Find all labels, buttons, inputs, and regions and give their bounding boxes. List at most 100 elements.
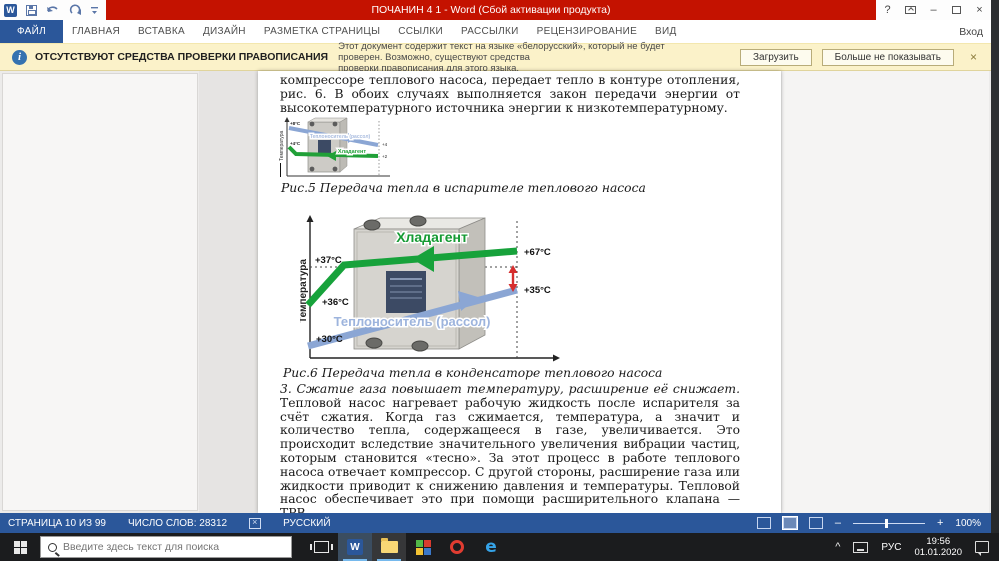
fig6-y-axis-label: Температура <box>300 259 309 323</box>
page-indicator[interactable]: СТРАНИЦА 10 ИЗ 99 <box>8 518 106 529</box>
word-window: W ПОЧАНИН 4 1 - Word (Сбой активации про… <box>0 0 991 533</box>
warning-actions: Загрузить Больше не показывать × <box>740 49 991 66</box>
search-input[interactable] <box>63 541 263 553</box>
fig6-temp-37: +37°C <box>315 255 342 266</box>
word-count[interactable]: ЧИСЛО СЛОВ: 28312 <box>128 518 227 529</box>
tray-date: 01.01.2020 <box>914 547 962 558</box>
desktop-background: W ПОЧАНИН 4 1 - Word (Сбой активации про… <box>0 0 999 561</box>
word-app-icon[interactable]: W <box>4 4 17 17</box>
word-taskbar-icon: W <box>347 539 363 555</box>
zoom-out-button[interactable]: – <box>835 517 841 529</box>
taskbar-explorer-button[interactable] <box>372 533 406 561</box>
sign-in-link[interactable]: Вход <box>959 20 983 43</box>
help-button[interactable]: ? <box>876 0 899 20</box>
language-indicator[interactable]: РУССКИЙ <box>283 518 330 529</box>
read-mode-icon[interactable] <box>757 517 771 529</box>
tab-insert[interactable]: ВСТАВКА <box>129 20 194 43</box>
close-button[interactable]: × <box>968 0 991 20</box>
title-bar: W ПОЧАНИН 4 1 - Word (Сбой активации про… <box>0 0 991 20</box>
navigation-pane[interactable] <box>2 73 198 511</box>
quick-access-toolbar: W <box>4 0 99 20</box>
paragraph-3: 3. Сжатие газа повышает температуру, рас… <box>280 383 740 513</box>
figure-6-condenser-diagram: Температура <box>300 213 563 363</box>
tab-design[interactable]: ДИЗАЙН <box>194 20 255 43</box>
paragraph-top: компрессоре теплового насоса, передает т… <box>280 74 740 115</box>
task-view-button[interactable] <box>304 533 338 561</box>
fig6-green-line-label: Хладагент <box>396 229 468 245</box>
tray-time: 19:56 <box>914 536 962 547</box>
status-left: СТРАНИЦА 10 ИЗ 99 ЧИСЛО СЛОВ: 28312 РУСС… <box>0 518 331 529</box>
file-explorer-icon <box>381 541 398 553</box>
zoom-slider-thumb[interactable] <box>885 519 888 528</box>
fig5-temp-left-top: +8°C <box>290 121 301 126</box>
taskbar-word-button[interactable]: W <box>338 533 372 561</box>
start-button[interactable] <box>0 533 40 561</box>
figure-5-caption: Рис.5 Передача тепла в испарителе теплов… <box>281 181 646 195</box>
taskbar: W e ^ РУС 19:56 01.01.2020 <box>0 533 999 561</box>
proofing-warning-bar: i ОТСУТСТВУЮТ СРЕДСТВА ПРОВЕРКИ ПРАВОПИС… <box>0 43 991 71</box>
taskbar-search[interactable] <box>40 536 292 558</box>
undo-icon[interactable] <box>46 4 60 16</box>
clock[interactable]: 19:56 01.01.2020 <box>914 536 962 558</box>
page-margin-right <box>782 71 989 513</box>
figure-6-caption: Рис.6 Передача тепла в конденсаторе тепл… <box>283 366 662 380</box>
task-view-icon <box>314 541 329 553</box>
fig6-temp-67: +67°C <box>524 247 551 258</box>
fig6-temp-30: +30°C <box>316 334 343 345</box>
fig6-temp-36: +36°C <box>322 297 349 308</box>
paragraph-3-body: Тепловой насос нагревает рабочую жидкост… <box>280 396 740 513</box>
search-icon <box>48 543 57 552</box>
fig6-blue-line-label: Теплоноситель (рассол) <box>334 314 491 329</box>
taskbar-edge-button[interactable]: e <box>474 533 508 561</box>
fig5-temp-right-top: +4 <box>382 142 388 147</box>
action-center-icon[interactable] <box>975 541 989 553</box>
zoom-slider[interactable] <box>853 523 925 524</box>
tab-file[interactable]: ФАЙЛ <box>0 20 63 43</box>
maximize-icon <box>952 6 961 14</box>
web-layout-icon[interactable] <box>809 517 823 529</box>
taskbar-opera-button[interactable] <box>440 533 474 561</box>
window-title: ПОЧАНИН 4 1 - Word (Сбой активации проду… <box>106 0 876 20</box>
save-icon[interactable] <box>26 5 37 16</box>
fig5-y-axis-label: Температура <box>279 130 285 161</box>
fig5-temp-left-low: +4°C <box>290 141 301 146</box>
redo-icon[interactable] <box>69 4 82 16</box>
minimize-button[interactable]: – <box>922 0 945 20</box>
info-icon: i <box>12 50 27 65</box>
warning-close-icon[interactable]: × <box>964 50 983 64</box>
edge-icon: e <box>485 539 497 556</box>
tray-chevron-icon[interactable]: ^ <box>835 541 840 553</box>
opera-icon <box>450 540 464 554</box>
warning-title: ОТСУТСТВУЮТ СРЕДСТВА ПРОВЕРКИ ПРАВОПИСАН… <box>35 51 328 63</box>
tray-language[interactable]: РУС <box>881 542 901 553</box>
zoom-level[interactable]: 100% <box>955 518 981 529</box>
warning-message: Этот документ содержит текст на языке «б… <box>338 41 668 74</box>
customize-qat-icon[interactable] <box>91 5 99 15</box>
windows-logo-icon <box>14 541 27 554</box>
game-app-icon <box>416 540 431 555</box>
warning-message-line1: Этот документ содержит текст на языке «б… <box>338 41 668 63</box>
fig6-temp-35: +35°C <box>524 285 551 296</box>
dont-show-again-button[interactable]: Больше не показывать <box>822 49 954 66</box>
tab-home[interactable]: ГЛАВНАЯ <box>63 20 129 43</box>
page-margin-gap <box>199 71 258 513</box>
download-proofing-button[interactable]: Загрузить <box>740 49 812 66</box>
proofing-errors-icon[interactable] <box>249 518 261 529</box>
print-layout-icon[interactable] <box>783 517 797 529</box>
status-right: – + 100% <box>757 517 991 529</box>
document-page[interactable]: компрессоре теплового насоса, передает т… <box>258 71 781 513</box>
document-area: компрессоре теплового насоса, передает т… <box>0 71 991 513</box>
taskbar-game-button[interactable] <box>406 533 440 561</box>
zoom-in-button[interactable]: + <box>937 517 943 529</box>
maximize-button[interactable] <box>945 0 968 20</box>
fig5-green-line-label: Хладагент <box>338 149 366 155</box>
paragraph-3-lead: 3. Сжатие газа повышает температуру, рас… <box>280 382 740 396</box>
system-tray: ^ РУС 19:56 01.01.2020 <box>835 536 999 558</box>
fig5-blue-line-label: Теплоноситель (рассол) <box>310 134 371 140</box>
fig5-temp-right-low: +2 <box>382 154 388 159</box>
figure-5-evaporator-diagram: Температура Теплоноситель (рассол) Хлада… <box>278 116 396 180</box>
keyboard-layout-icon[interactable] <box>853 542 868 553</box>
window-controls: ? – × <box>876 0 991 20</box>
status-bar: СТРАНИЦА 10 ИЗ 99 ЧИСЛО СЛОВ: 28312 РУСС… <box>0 513 991 533</box>
ribbon-display-options-button[interactable] <box>899 0 922 20</box>
